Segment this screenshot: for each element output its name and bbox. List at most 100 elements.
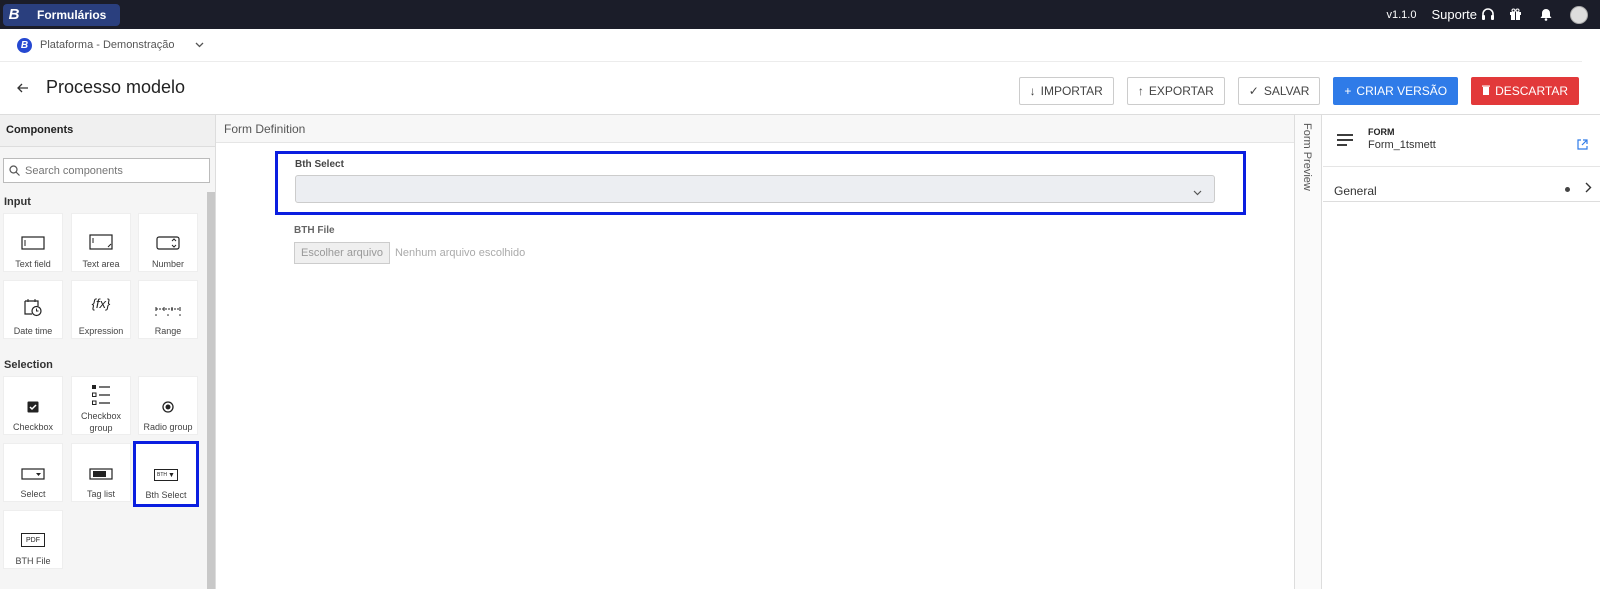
- component-label: Text field: [15, 259, 51, 269]
- bth-select-dropdown[interactable]: [295, 175, 1215, 203]
- text-area-icon: [89, 234, 113, 250]
- component-radio-group[interactable]: Radio group: [138, 376, 198, 435]
- component-text-field[interactable]: Text field: [3, 213, 63, 272]
- text-field-icon: [21, 236, 45, 250]
- platform-selector[interactable]: B Plataforma - Demonstração: [0, 29, 1582, 62]
- platform-logo-icon: B: [17, 37, 32, 53]
- form-preview-tab[interactable]: Form Preview: [1294, 115, 1322, 589]
- toolbar: ↓ IMPORTAR ↑ EXPORTAR ✓ SALVAR + CRIAR VERSÃ…: [1006, 77, 1579, 105]
- form-canvas[interactable]: Bth Select BTH File Escolher arquivo Nen…: [216, 143, 1294, 589]
- component-label: BTH File: [15, 556, 51, 566]
- component-label: Number: [151, 259, 184, 269]
- calendar-clock-icon: [24, 299, 42, 317]
- component-text-area[interactable]: Text area: [71, 213, 131, 272]
- component-label: Bth Select: [145, 490, 187, 500]
- gift-icon[interactable]: [1509, 8, 1522, 21]
- external-link-icon[interactable]: [1577, 137, 1588, 155]
- radio-icon: [162, 401, 174, 413]
- discard-button[interactable]: DESCARTAR: [1471, 77, 1579, 105]
- trash-icon: [1482, 84, 1491, 98]
- editor-workspace: Components Input Text field Text area Nu…: [0, 114, 1600, 589]
- properties-panel: FORM Form_1tsmett General: [1323, 115, 1600, 589]
- component-checkbox[interactable]: Checkbox: [3, 376, 63, 435]
- app-brand[interactable]: B Formulários: [3, 3, 121, 26]
- component-checkbox-group[interactable]: Checkbox group: [71, 376, 131, 435]
- group-label-input: Input: [4, 196, 31, 208]
- app-logo-icon: B: [8, 6, 20, 23]
- palette-title: Components: [0, 115, 215, 147]
- app-version: v1.1.0: [1386, 8, 1417, 21]
- select-icon: [21, 468, 45, 480]
- group-label-selection: Selection: [4, 359, 53, 371]
- save-label: SALVAR: [1263, 84, 1310, 98]
- create-version-button[interactable]: + CRIAR VERSÃO: [1333, 77, 1459, 105]
- general-label: General: [1334, 184, 1377, 198]
- component-number[interactable]: Number: [138, 213, 198, 272]
- components-palette: Components Input Text field Text area Nu…: [0, 115, 216, 589]
- component-label: Text area: [82, 259, 120, 269]
- general-section[interactable]: General: [1323, 178, 1600, 202]
- user-avatar[interactable]: [1570, 5, 1588, 24]
- check-icon: ✓: [1248, 84, 1259, 98]
- element-type: FORM: [1368, 127, 1395, 137]
- checklist-icon: [92, 385, 110, 405]
- support-link[interactable]: Suporte: [1431, 7, 1495, 22]
- file-status: Nenhum arquivo escolhido: [394, 247, 526, 259]
- component-range[interactable]: Range: [138, 280, 198, 339]
- app-name: Formulários: [37, 7, 107, 22]
- chevron-right-icon: [1585, 182, 1592, 196]
- component-label: Tag list: [86, 489, 115, 499]
- platform-name: Plataforma - Demonstração: [40, 39, 175, 51]
- component-label: Checkbox: [12, 422, 54, 432]
- component-tag-list[interactable]: Tag list: [71, 443, 131, 502]
- component-label: Range: [154, 326, 182, 336]
- plus-icon: +: [1344, 84, 1352, 98]
- bth-file-label: BTH File: [294, 225, 335, 236]
- create-version-label: CRIAR VERSÃO: [1356, 84, 1448, 98]
- component-bth-file[interactable]: PDF BTH File: [3, 510, 63, 569]
- component-bth-select[interactable]: BTH ▼ Bth Select: [133, 441, 199, 507]
- status-dot-icon: [1565, 187, 1570, 192]
- bell-icon[interactable]: [1540, 8, 1552, 21]
- support-label: Suporte: [1431, 7, 1477, 22]
- choose-file-button[interactable]: Escolher arquivo: [294, 242, 390, 264]
- bth-icon-text: BTH: [157, 472, 168, 478]
- search-box[interactable]: [3, 158, 210, 183]
- number-icon: [156, 236, 180, 250]
- tag-list-icon: [89, 468, 113, 480]
- export-label: EXPORTAR: [1148, 84, 1214, 98]
- form-preview-label: Form Preview: [1301, 123, 1313, 191]
- component-label: Checkbox group: [80, 411, 122, 433]
- arrow-up-icon: ↑: [1137, 84, 1144, 98]
- top-bar: B Formulários v1.1.0 Suporte: [0, 0, 1600, 29]
- page-title: Processo modelo: [46, 77, 186, 97]
- import-label: IMPORTAR: [1040, 84, 1103, 98]
- form-definition-header: Form Definition: [216, 115, 1294, 143]
- save-button[interactable]: ✓ SALVAR: [1237, 77, 1321, 105]
- text-lines-icon: [1337, 133, 1353, 151]
- checkbox-icon: [27, 401, 39, 413]
- palette-scrollbar[interactable]: [207, 192, 215, 589]
- headset-icon: [1482, 7, 1494, 20]
- bth-select-label: Bth Select: [295, 159, 344, 170]
- pdf-file-icon: PDF: [21, 533, 45, 547]
- import-button[interactable]: ↓ IMPORTAR: [1018, 77, 1114, 105]
- top-bar-right: v1.1.0 Suporte: [1386, 0, 1600, 29]
- component-label: Radio group: [143, 422, 193, 432]
- component-expression[interactable]: {fx} Expression: [71, 280, 131, 339]
- range-icon: [155, 307, 181, 316]
- bth-select-icon: BTH ▼: [154, 469, 178, 481]
- element-id: Form_1tsmett: [1368, 139, 1436, 151]
- back-arrow-icon[interactable]: [17, 83, 29, 93]
- chevron-down-icon: [195, 42, 204, 48]
- search-icon: [9, 165, 20, 176]
- component-label: Select: [20, 489, 46, 499]
- export-button[interactable]: ↑ EXPORTAR: [1126, 77, 1225, 105]
- bth-select-field[interactable]: Bth Select: [275, 151, 1246, 215]
- component-date-time[interactable]: Date time: [3, 280, 63, 339]
- bth-file-field: Escolher arquivo Nenhum arquivo escolhid…: [294, 242, 525, 264]
- component-label: Date time: [13, 326, 53, 336]
- component-select[interactable]: Select: [3, 443, 63, 502]
- search-input[interactable]: [25, 164, 195, 177]
- function-icon: {fx}: [91, 295, 111, 311]
